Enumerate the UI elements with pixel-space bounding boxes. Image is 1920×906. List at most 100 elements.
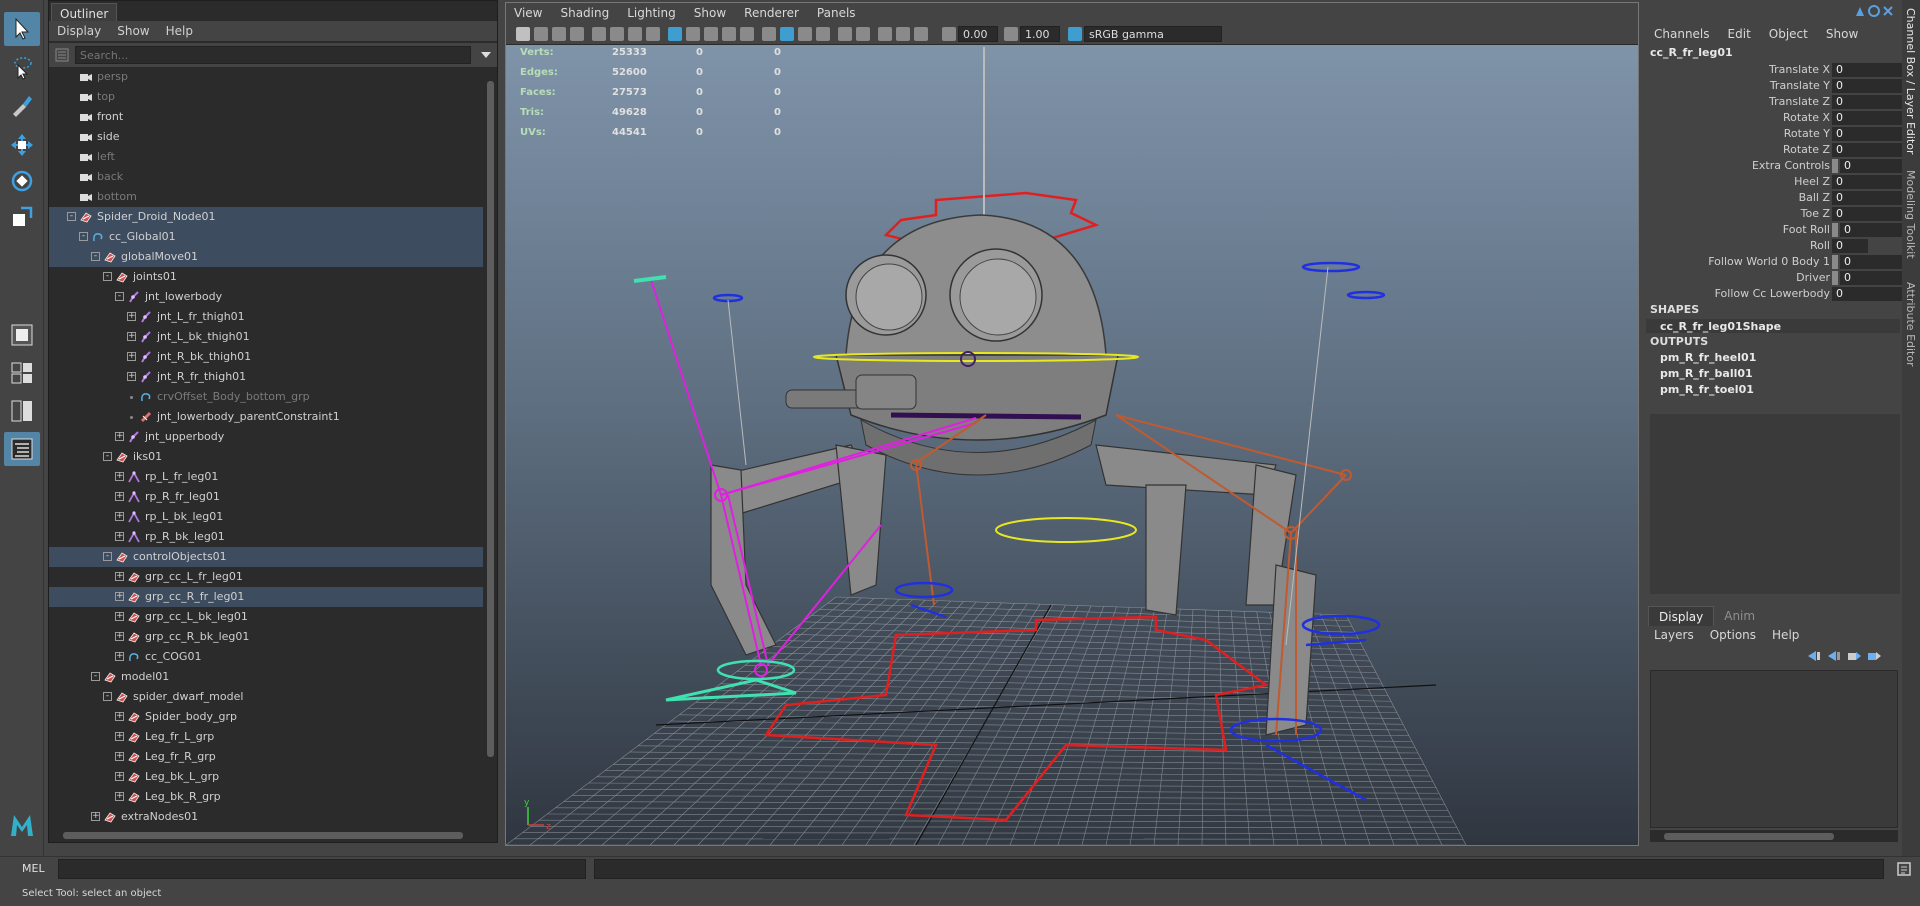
layer-list[interactable] xyxy=(1650,670,1898,828)
script-language-toggle[interactable]: MEL xyxy=(22,862,45,875)
outliner-item[interactable]: + grp_cc_R_bk_leg01 xyxy=(49,627,483,647)
collapse-icon[interactable]: - xyxy=(103,552,112,561)
move-layer-up-icon[interactable] xyxy=(1806,650,1822,662)
expand-icon[interactable]: + xyxy=(115,572,124,581)
grid-toggle-icon[interactable] xyxy=(592,27,606,41)
expand-icon[interactable]: + xyxy=(115,652,124,661)
outliner-item[interactable]: front xyxy=(49,107,483,127)
channel-box-menu-show[interactable]: Show xyxy=(1826,27,1858,41)
xray-icon[interactable] xyxy=(896,27,910,41)
image-plane-icon[interactable] xyxy=(570,27,584,41)
outliner-item[interactable]: - controlObjects01 xyxy=(49,547,483,567)
outliner-item[interactable]: bottom xyxy=(49,187,483,207)
outliner-item[interactable]: + grp_cc_L_fr_leg01 xyxy=(49,567,483,587)
smooth-shade-icon[interactable] xyxy=(686,27,700,41)
expand-icon[interactable]: + xyxy=(115,792,124,801)
viewport-canvas[interactable]: Verts: 25333 0 0 Edges: 52600 0 0 Faces: 27573 0 0 T… xyxy=(506,45,1638,845)
outliner-item[interactable]: - cc_Global01 xyxy=(49,227,483,247)
layer-menu-layers[interactable]: Layers xyxy=(1654,628,1694,642)
viewport-menu-view[interactable]: View xyxy=(514,6,542,20)
script-editor-icon[interactable] xyxy=(1896,861,1912,877)
outliner-menu-help[interactable]: Help xyxy=(166,24,193,38)
collapse-icon[interactable]: - xyxy=(103,452,112,461)
expand-icon[interactable]: + xyxy=(115,492,124,501)
gamma-field[interactable]: 1.00 xyxy=(1020,26,1060,42)
outliner-item[interactable]: - iks01 xyxy=(49,447,483,467)
attribute-name[interactable]: Heel Z xyxy=(1794,175,1830,188)
camera-select-icon[interactable] xyxy=(516,27,530,41)
expand-icon[interactable]: + xyxy=(115,732,124,741)
expand-icon[interactable]: + xyxy=(127,312,136,321)
outliner-vertical-scrollbar[interactable] xyxy=(485,67,495,827)
layer-menu-options[interactable]: Options xyxy=(1710,628,1756,642)
motion-blur-icon[interactable] xyxy=(816,27,830,41)
collapse-icon[interactable]: - xyxy=(91,252,100,261)
outliner-item[interactable]: jnt_lowerbody_parentConstraint1 xyxy=(49,407,483,427)
outliner-item[interactable]: + extraNodes01 xyxy=(49,807,483,827)
expand-icon[interactable]: + xyxy=(115,592,124,601)
outliner-item[interactable]: + Leg_fr_L_grp xyxy=(49,727,483,747)
outliner-item[interactable]: crvOffset_Body_bottom_grp xyxy=(49,387,483,407)
attribute-name[interactable]: Toe Z xyxy=(1801,207,1830,220)
selected-node-name[interactable]: cc_R_fr_leg01 xyxy=(1650,46,1733,59)
attribute-name[interactable]: Rotate Y xyxy=(1784,127,1830,140)
output-node[interactable]: pm_R_fr_toel01 xyxy=(1660,383,1754,396)
attribute-row[interactable]: Rotate Y0 xyxy=(1646,126,1916,142)
outliner-search-input[interactable] xyxy=(75,46,471,64)
attribute-name[interactable]: Translate Y xyxy=(1770,79,1830,92)
outliner-item[interactable]: - Spider_Droid_Node01 xyxy=(49,207,483,227)
depth-of-field-icon[interactable] xyxy=(856,27,870,41)
collapse-icon[interactable]: - xyxy=(91,672,100,681)
lights-icon[interactable] xyxy=(762,27,776,41)
attribute-row[interactable]: Roll 0 xyxy=(1646,238,1900,254)
outliner-item[interactable]: back xyxy=(49,167,483,187)
expand-icon[interactable]: + xyxy=(115,712,124,721)
outliner-item[interactable]: - joints01 xyxy=(49,267,483,287)
outliner-item[interactable]: + jnt_L_bk_thigh01 xyxy=(49,327,483,347)
layer-editor-scrollbar[interactable] xyxy=(1650,830,1898,842)
ambient-occlusion-icon[interactable] xyxy=(798,27,812,41)
expand-icon[interactable]: + xyxy=(127,352,136,361)
attribute-row[interactable]: Rotate X0 xyxy=(1646,110,1916,126)
outliner-item[interactable]: + Spider_body_grp xyxy=(49,707,483,727)
channel-box-menu-channels[interactable]: Channels xyxy=(1654,27,1710,41)
expand-icon[interactable]: + xyxy=(115,512,124,521)
isolate-select-icon[interactable] xyxy=(878,27,892,41)
attribute-row[interactable]: Extra Controls 0 xyxy=(1646,158,1916,174)
layer-menu-help[interactable]: Help xyxy=(1772,628,1799,642)
attribute-row[interactable]: Rotate Z0 xyxy=(1646,142,1916,158)
filter-icon[interactable] xyxy=(55,48,69,62)
exposure-icon[interactable] xyxy=(942,27,956,41)
gamma-icon[interactable] xyxy=(1004,27,1018,41)
attribute-row[interactable]: Translate X0 xyxy=(1646,62,1916,78)
gate-mask-icon[interactable] xyxy=(646,27,660,41)
attribute-name[interactable]: Foot Roll xyxy=(1783,223,1830,236)
attribute-name[interactable]: Translate Z xyxy=(1769,95,1830,108)
move-tool-icon[interactable] xyxy=(4,128,40,162)
expand-icon[interactable]: + xyxy=(91,812,100,821)
attribute-row[interactable]: Ball Z0 xyxy=(1646,190,1916,206)
outliner-menu-display[interactable]: Display xyxy=(57,24,101,38)
outliner-item[interactable]: left xyxy=(49,147,483,167)
outliner-item[interactable]: + Leg_bk_R_grp xyxy=(49,787,483,807)
color-management-icon[interactable] xyxy=(1068,27,1082,41)
outliner-item[interactable]: - spider_dwarf_model xyxy=(49,687,483,707)
viewport-menu-shading[interactable]: Shading xyxy=(560,6,609,20)
resolution-gate-icon[interactable] xyxy=(628,27,642,41)
collapse-icon[interactable]: - xyxy=(79,232,88,241)
outliner-item[interactable]: + grp_cc_R_fr_leg01 xyxy=(49,587,483,607)
attribute-row[interactable]: Heel Z0 xyxy=(1646,174,1916,190)
two-pane-layout-icon[interactable] xyxy=(4,394,40,428)
outliner-item[interactable]: + Leg_bk_L_grp xyxy=(49,767,483,787)
shape-node[interactable]: cc_R_fr_leg01Shape xyxy=(1660,320,1781,333)
outliner-item[interactable]: + jnt_upperbody xyxy=(49,427,483,447)
channel-box-menu-edit[interactable]: Edit xyxy=(1728,27,1751,41)
paint-select-tool-icon[interactable] xyxy=(4,88,40,122)
outliner-item[interactable]: + rp_R_bk_leg01 xyxy=(49,527,483,547)
attribute-name[interactable]: Ball Z xyxy=(1799,191,1830,204)
scale-tool-icon[interactable] xyxy=(4,200,40,234)
collapse-icon[interactable]: - xyxy=(103,692,112,701)
outliner-item[interactable]: + Leg_fr_R_grp xyxy=(49,747,483,767)
shadows-icon[interactable] xyxy=(780,27,794,41)
outliner-item[interactable]: persp xyxy=(49,67,483,87)
